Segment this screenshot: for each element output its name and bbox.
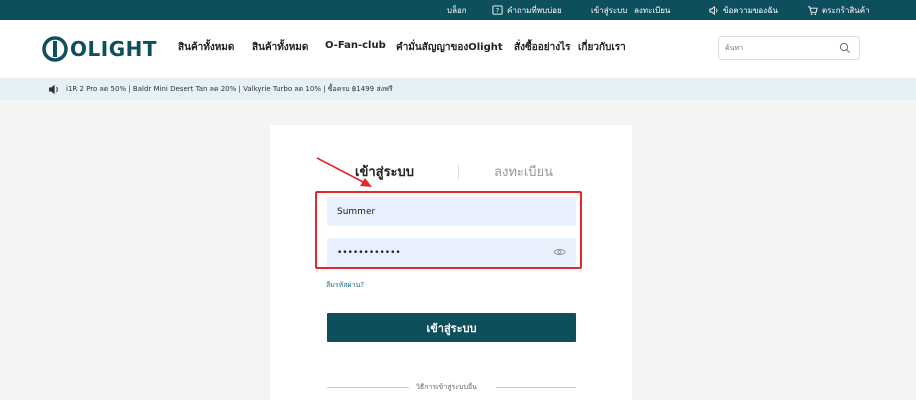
tab-divider: [458, 165, 459, 179]
cart-link[interactable]: ตระกร้าสินค้า: [807, 0, 870, 20]
login-card: เข้าสู่ระบบ ลงทะเบียน ลืมรหัสผ่าน? เข้าส…: [270, 125, 632, 400]
register-link[interactable]: ลงทะเบียน: [634, 0, 670, 20]
nav-about-us[interactable]: เกี่ยวกับเรา: [578, 40, 626, 55]
password-input[interactable]: [337, 244, 537, 261]
cart-icon: [807, 5, 818, 15]
logo-wordmark: OLIGHT: [70, 37, 157, 61]
nav-how-to-order[interactable]: สั่งซื้ออย่างไร: [514, 40, 571, 55]
messages-link[interactable]: ข้อความของฉัน: [708, 0, 778, 20]
login-submit-button[interactable]: เข้าสู่ระบบ: [327, 313, 576, 342]
top-utility-bar: บล็อก ? คำถามที่พบบ่อย เข้าสู่ระบบ ลงทะเ…: [0, 0, 916, 20]
messages-label: ข้อความของฉัน: [723, 5, 778, 15]
announcement-speaker-icon: [49, 84, 58, 95]
show-password-eye-icon[interactable]: [553, 247, 566, 257]
help-icon: ?: [492, 4, 503, 15]
username-field: [327, 197, 576, 226]
divider-left: [327, 387, 409, 388]
faq-link[interactable]: ? คำถามที่พบบ่อย: [492, 0, 562, 20]
speaker-icon: [709, 5, 718, 15]
login-link[interactable]: เข้าสู่ระบบ: [591, 0, 627, 20]
username-input[interactable]: [337, 203, 537, 220]
svg-text:?: ?: [496, 6, 499, 14]
forgot-password-link[interactable]: ลืมรหัสผ่าน?: [326, 280, 364, 291]
other-login-methods-label: วิธีการเข้าสู่ระบบอื่น: [416, 383, 477, 391]
promo-bar: i1R 2 Pro ลด 50% | Baldr Mini Desert Tan…: [0, 78, 916, 100]
nav-all-products-1[interactable]: สินค้าทั้งหมด: [178, 40, 234, 55]
nav-all-products-2[interactable]: สินค้าทั้งหมด: [252, 40, 308, 55]
cart-label: ตระกร้าสินค้า: [822, 5, 870, 15]
search-input[interactable]: [725, 40, 835, 56]
blog-link[interactable]: บล็อก: [447, 0, 467, 20]
promo-text[interactable]: i1R 2 Pro ลด 50% | Baldr Mini Desert Tan…: [66, 84, 393, 95]
tab-login[interactable]: เข้าสู่ระบบ: [355, 161, 414, 182]
faq-label: คำถามที่พบบ่อย: [507, 5, 562, 15]
tab-register[interactable]: ลงทะเบียน: [494, 161, 553, 182]
divider-right: [496, 387, 576, 388]
password-field: [327, 238, 576, 267]
olight-logo[interactable]: OLIGHT: [42, 36, 157, 62]
olight-logo-mark-icon: [42, 36, 68, 62]
search-box: [718, 36, 860, 60]
nav-o-fan-club[interactable]: O-Fan-club: [325, 40, 386, 51]
nav-olight-promise[interactable]: คำมั่นสัญญาของOlight: [396, 40, 503, 55]
search-icon[interactable]: [839, 42, 851, 54]
main-header: OLIGHT สินค้าทั้งหมด สินค้าทั้งหมด O-Fan…: [0, 20, 916, 78]
